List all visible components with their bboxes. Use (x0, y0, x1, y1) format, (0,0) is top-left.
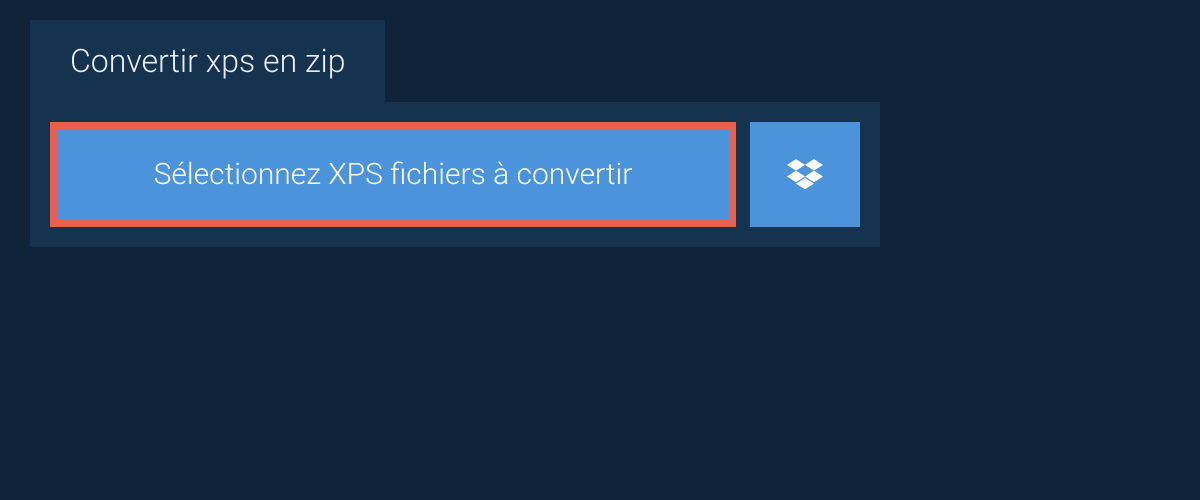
dropbox-button[interactable] (750, 122, 860, 227)
select-files-label: Sélectionnez XPS fichiers à convertir (154, 157, 633, 192)
dropbox-icon (787, 159, 823, 191)
conversion-tab[interactable]: Convertir xps en zip (30, 20, 385, 102)
select-files-button[interactable]: Sélectionnez XPS fichiers à convertir (50, 122, 736, 227)
tab-title: Convertir xps en zip (70, 42, 345, 80)
upload-panel: Sélectionnez XPS fichiers à convertir (30, 102, 880, 247)
